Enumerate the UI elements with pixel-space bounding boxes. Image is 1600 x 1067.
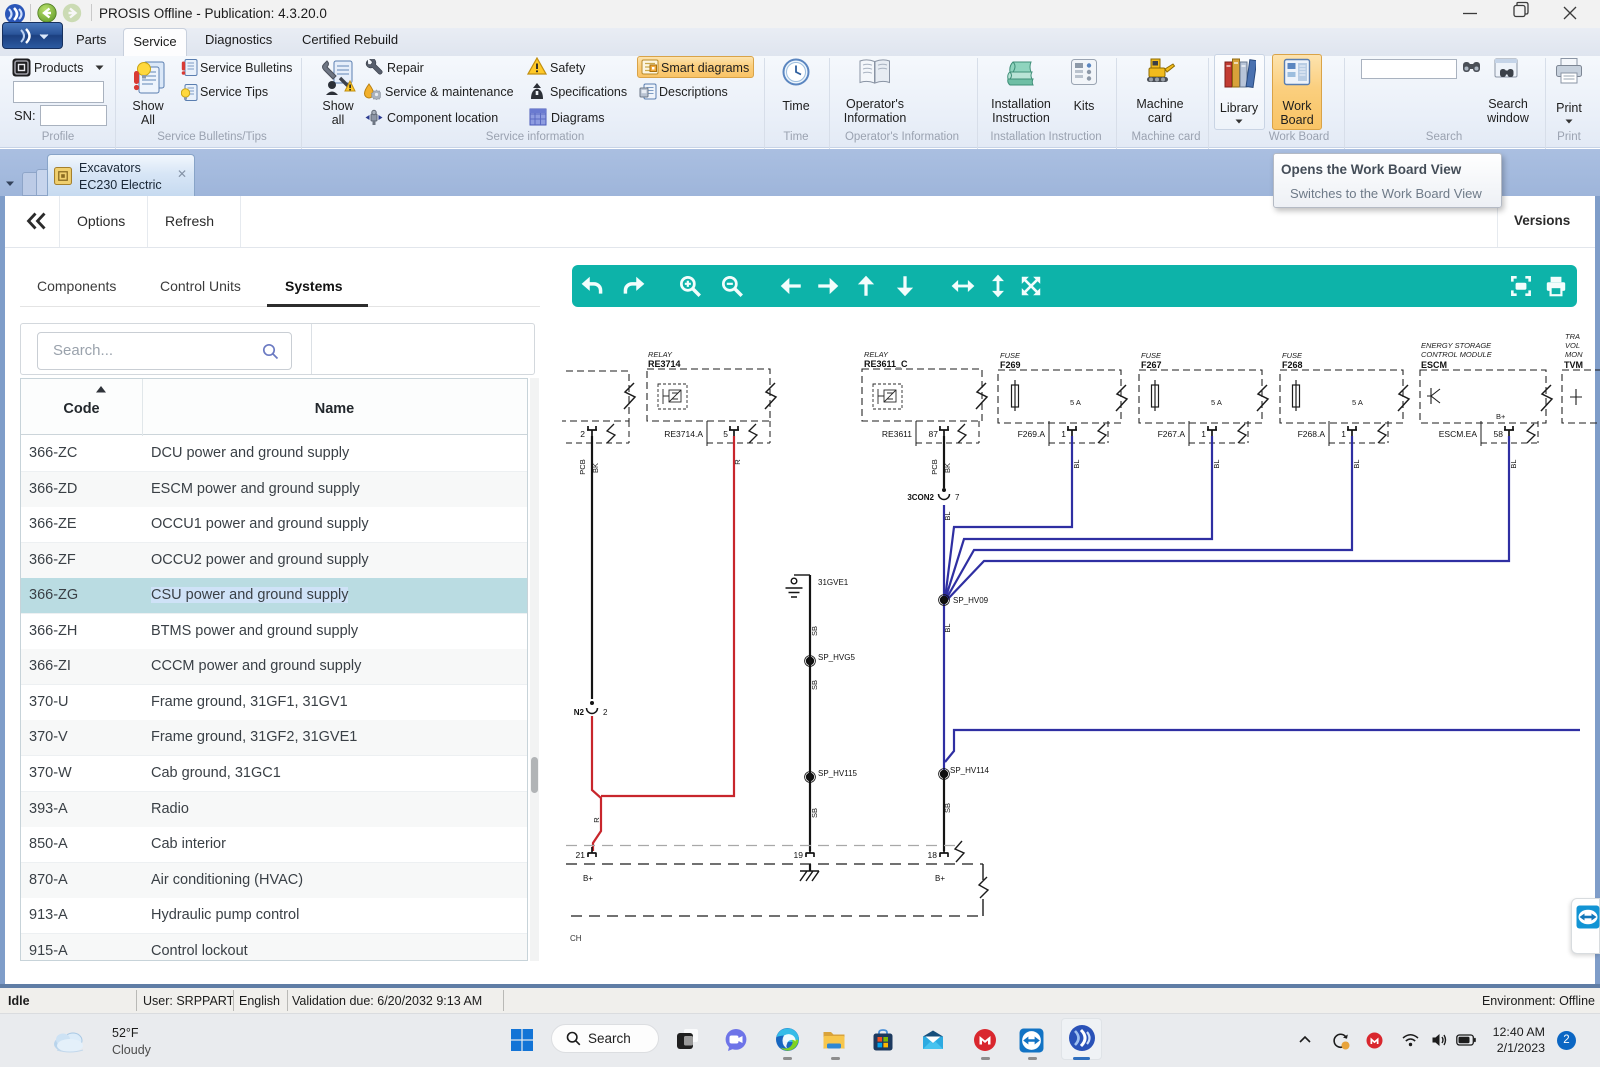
svg-text:5 A: 5 A	[1352, 398, 1363, 407]
svg-text:MON: MON	[1565, 350, 1583, 359]
svg-text:TRA: TRA	[1565, 332, 1580, 341]
svg-text:BL: BL	[1072, 459, 1081, 468]
svg-text:B+: B+	[583, 874, 593, 883]
svg-text:BL: BL	[1509, 459, 1518, 468]
svg-text:2: 2	[603, 708, 608, 717]
svg-text:19: 19	[794, 850, 804, 860]
svg-text:RELAY: RELAY	[864, 350, 889, 359]
svg-text:F267.A: F267.A	[1158, 429, 1186, 439]
svg-text:1: 1	[1061, 429, 1066, 439]
svg-text:5: 5	[723, 429, 728, 439]
svg-text:ESCM: ESCM	[1421, 360, 1447, 370]
svg-text:TVM: TVM	[1564, 360, 1583, 370]
svg-text:BL: BL	[943, 511, 952, 520]
svg-text:21: 21	[576, 850, 586, 860]
svg-text:87: 87	[929, 429, 939, 439]
svg-text:VOL: VOL	[1565, 341, 1580, 350]
svg-text:ESCM.EA: ESCM.EA	[1439, 429, 1478, 439]
svg-text:FUSE: FUSE	[1000, 351, 1021, 360]
svg-text:SP_HV114: SP_HV114	[950, 766, 990, 775]
svg-text:PCB: PCB	[930, 459, 939, 474]
svg-text:B+: B+	[1496, 412, 1506, 421]
svg-text:SB: SB	[943, 803, 952, 813]
svg-text:F268: F268	[1282, 360, 1303, 370]
svg-text:F267: F267	[1141, 360, 1162, 370]
svg-text:RELAY: RELAY	[648, 350, 673, 359]
svg-text:BL: BL	[943, 623, 952, 632]
svg-text:BK: BK	[591, 463, 600, 473]
svg-text:31GVE1: 31GVE1	[818, 578, 849, 587]
svg-text:N2: N2	[574, 708, 585, 717]
svg-text:ENERGY STORAGE: ENERGY STORAGE	[1421, 341, 1492, 350]
svg-text:FUSE: FUSE	[1141, 351, 1162, 360]
svg-text:RE3611_C: RE3611_C	[864, 359, 908, 369]
svg-text:RE3714: RE3714	[648, 359, 681, 369]
svg-text:3CON2: 3CON2	[907, 493, 934, 502]
svg-text:FUSE: FUSE	[1282, 351, 1303, 360]
svg-text:SB: SB	[810, 808, 819, 818]
svg-text:5 A: 5 A	[1211, 398, 1222, 407]
svg-text:B+: B+	[935, 874, 945, 883]
svg-text:18: 18	[928, 850, 938, 860]
svg-text:SB: SB	[810, 626, 819, 636]
svg-text:1: 1	[1341, 429, 1346, 439]
svg-text:BL: BL	[1352, 459, 1361, 468]
svg-text:5 A: 5 A	[1070, 398, 1081, 407]
svg-text:1: 1	[1201, 429, 1206, 439]
svg-text:PCB: PCB	[578, 459, 587, 474]
svg-text:F269.A: F269.A	[1018, 429, 1046, 439]
svg-text:7: 7	[955, 493, 960, 502]
svg-text:R: R	[592, 817, 601, 823]
svg-text:2: 2	[580, 429, 585, 439]
svg-text:F268.A: F268.A	[1298, 429, 1326, 439]
svg-text:SB: SB	[810, 680, 819, 690]
svg-text:CH: CH	[570, 934, 582, 943]
svg-text:F269: F269	[1000, 360, 1021, 370]
svg-text:BL: BL	[1212, 459, 1221, 468]
svg-text:RE3714.A: RE3714.A	[664, 429, 703, 439]
svg-text:RE3611: RE3611	[882, 429, 912, 439]
svg-text:SP_HV115: SP_HV115	[818, 769, 858, 778]
svg-text:R: R	[733, 459, 742, 465]
svg-text:CONTROL MODULE: CONTROL MODULE	[1421, 350, 1493, 359]
svg-text:SP_HV09: SP_HV09	[953, 596, 989, 605]
svg-text:BK: BK	[943, 463, 952, 473]
svg-text:58: 58	[1494, 429, 1504, 439]
svg-text:SP_HVG5: SP_HVG5	[818, 653, 855, 662]
